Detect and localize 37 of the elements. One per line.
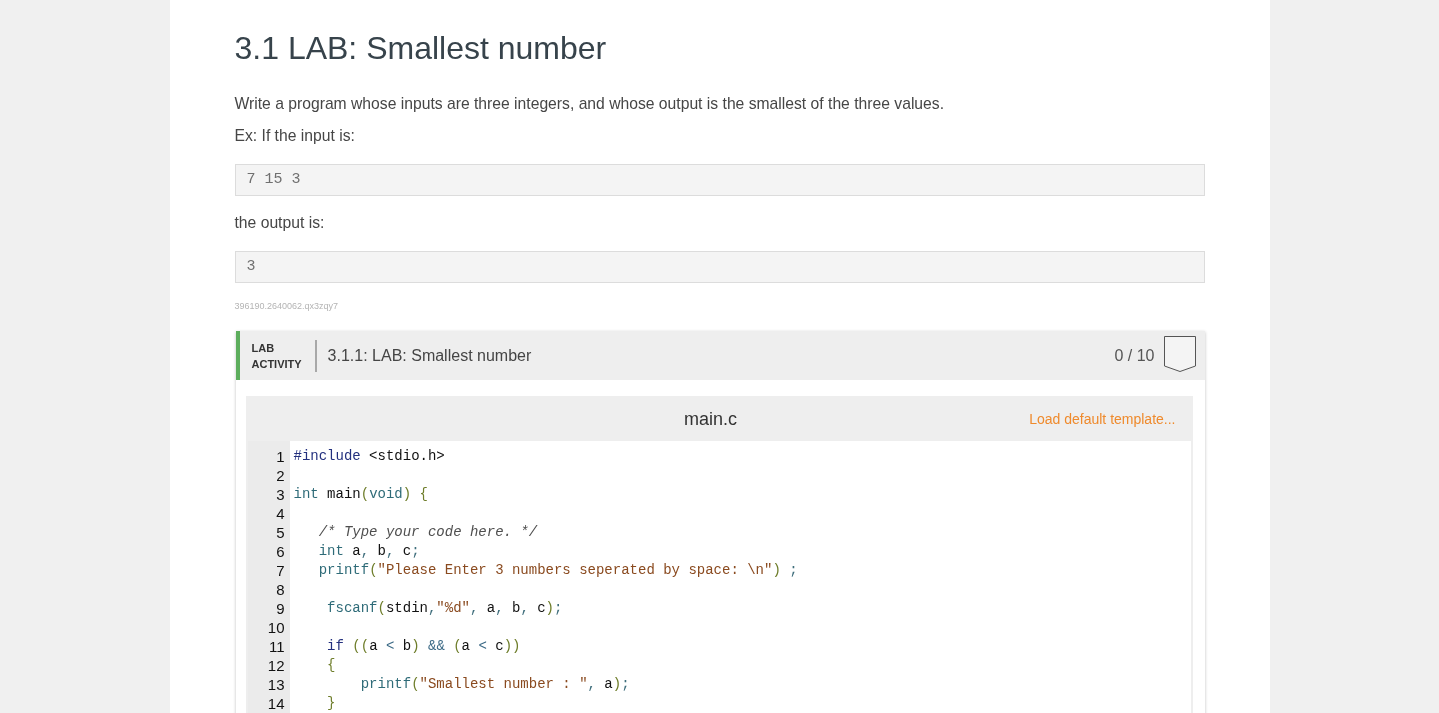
code-line: #include <stdio.h> — [293, 447, 445, 466]
line-number: 4 — [276, 504, 285, 523]
line-number: 10 — [267, 618, 285, 637]
activity-type-label: LAB ACTIVITY — [251, 340, 302, 372]
load-template-link[interactable]: Load default template... — [1029, 408, 1176, 429]
content-id: 396190.2640062.qx3zqy7 — [234, 300, 340, 313]
line-number: 13 — [267, 675, 285, 694]
instruction-text: Write a program whose inputs are three integers, and whose output is the smallest of the three values. — [234, 94, 945, 114]
line-number: 9 — [276, 599, 285, 618]
line-number: 14 — [267, 694, 285, 713]
shield-outline-icon — [1163, 335, 1196, 372]
code-sample: 7 15 3 — [234, 164, 1205, 196]
code-line: } — [326, 694, 336, 713]
code-line: int a, b, c; — [317, 542, 420, 561]
line-number: 8 — [276, 580, 285, 599]
line-number: 2 — [276, 466, 285, 485]
line-number: 12 — [267, 656, 285, 675]
score-text: 0 / 10 — [1114, 345, 1155, 366]
line-number: 11 — [268, 637, 285, 656]
code-line: if ((a < b) && (a < c)) — [326, 637, 521, 656]
line-number: 6 — [276, 542, 285, 561]
file-name: main.c — [684, 407, 737, 431]
line-number: 1 — [276, 447, 285, 466]
code-line: printf("Please Enter 3 numbers seperated by space: \n") ; — [317, 561, 798, 580]
instruction-text: Ex: If the input is: — [234, 126, 356, 146]
code-line: /* Type your code here. */ — [317, 523, 538, 542]
line-number: 5 — [276, 523, 285, 542]
page-title: 3.1 LAB: Smallest number — [234, 29, 608, 68]
code-line: { — [326, 656, 336, 675]
instruction-text: the output is: — [234, 213, 326, 233]
code-line: fscanf(stdin,"%d", a, b, c); — [326, 599, 563, 618]
line-number: 7 — [276, 561, 285, 580]
code-line: int main(void) { — [293, 485, 428, 504]
activity-title: 3.1.1: LAB: Smallest number — [327, 345, 533, 366]
line-number: 3 — [276, 485, 285, 504]
code-line: printf("Smallest number : ", a); — [359, 675, 630, 694]
code-sample: 3 — [234, 251, 1205, 283]
